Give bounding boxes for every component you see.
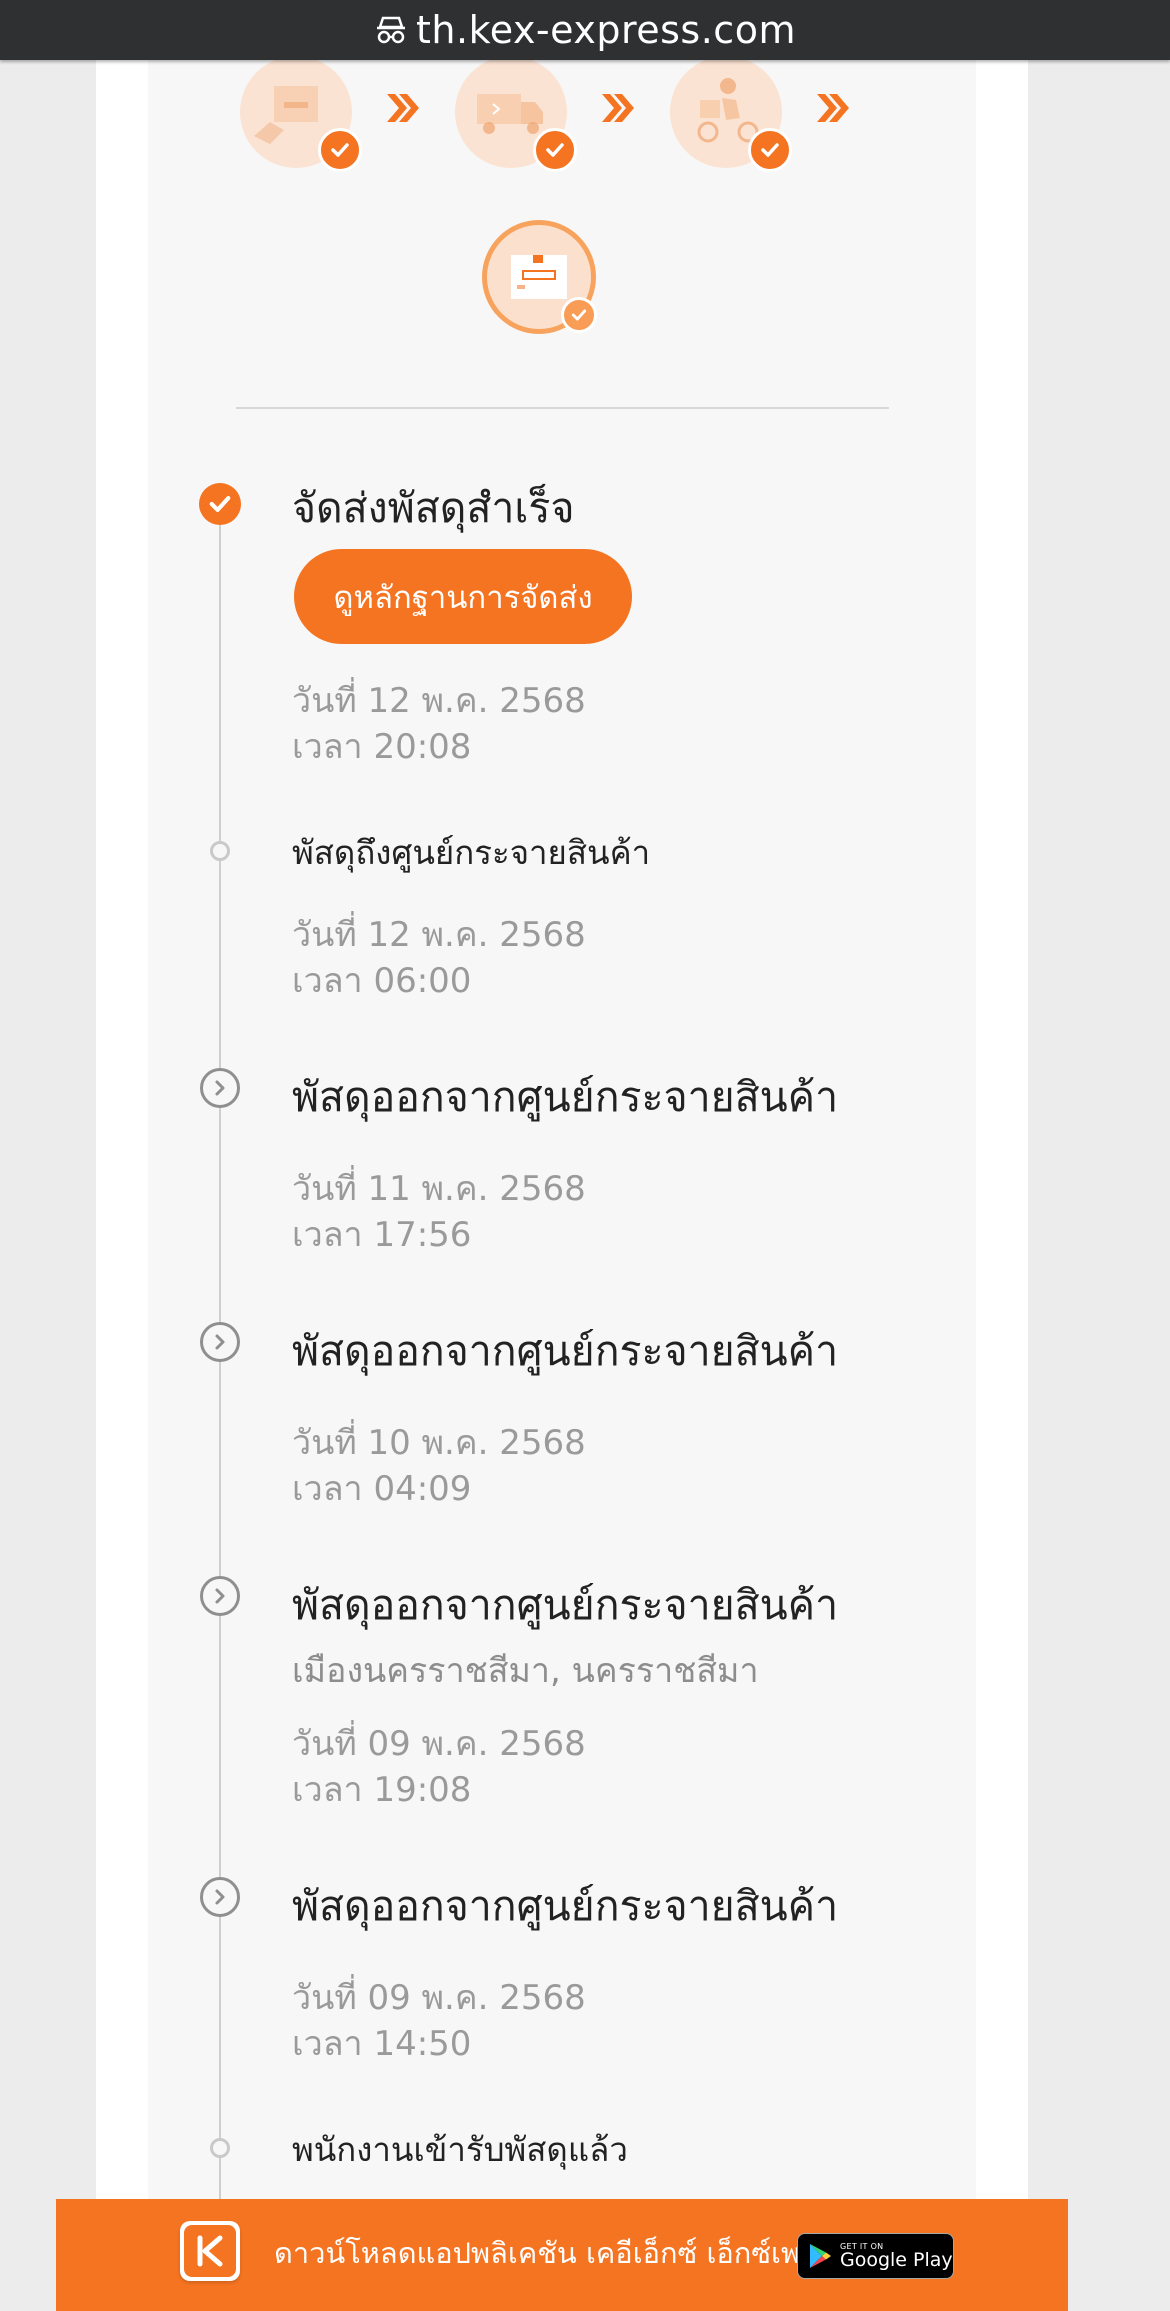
event-title: พัสดุออกจากศูนย์กระจายสินค้า [292, 1073, 839, 1121]
banner-text: ดาวน์โหลดแอปพลิเคชัน เคอีเอ็กซ์ เอ็กซ์เพ… [274, 2236, 834, 2270]
event-time: เวลา 06:00 [292, 961, 472, 1001]
event-title: พนักงานเข้ารับพัสดุแล้ว [292, 2130, 628, 2169]
check-icon [748, 128, 792, 172]
event-title: พัสดุถึงศูนย์กระจายสินค้า [292, 833, 651, 872]
event-time: เวลา 20:08 [292, 727, 472, 767]
timeline-arrow-icon [200, 1877, 240, 1917]
kex-logo [180, 2221, 240, 2281]
google-play-icon [810, 2244, 831, 2268]
step-out-for-delivery [670, 56, 792, 172]
check-icon [561, 297, 597, 333]
timeline-dot-icon [210, 841, 230, 861]
event-title: พัสดุออกจากศูนย์กระจายสินค้า [292, 1882, 839, 1930]
step-delivered [482, 220, 597, 334]
chevron-right-icon [817, 94, 849, 122]
event-title: พัสดุออกจากศูนย์กระจายสินค้า [292, 1581, 839, 1629]
divider [236, 407, 889, 409]
address-bar[interactable]: th.kex-express.com [0, 0, 1170, 60]
event-title: พัสดุออกจากศูนย์กระจายสินค้า [292, 1327, 839, 1375]
url-text: th.kex-express.com [416, 8, 796, 52]
timeline-dot-icon [210, 2138, 230, 2158]
timeline-check-icon [199, 483, 241, 525]
google-play-badge[interactable]: GET IT ON Google Play [797, 2233, 954, 2279]
step-in-transit [455, 56, 577, 172]
timeline-arrow-icon [200, 1576, 240, 1616]
event-time: เวลา 04:09 [292, 1469, 472, 1509]
event-time: เวลา 19:08 [292, 1770, 472, 1810]
event-title: จัดส่งพัสดุสำเร็จ [292, 484, 575, 532]
check-icon [533, 128, 577, 172]
kex-k-icon [197, 2235, 223, 2267]
step-parcel-received [240, 56, 362, 172]
check-icon [318, 128, 362, 172]
chevron-right-icon [602, 94, 634, 122]
timeline-arrow-icon [200, 1322, 240, 1362]
event-time: เวลา 14:50 [292, 2024, 472, 2064]
chevron-right-icon [387, 94, 419, 122]
view-proof-of-delivery-button[interactable]: ดูหลักฐานการจัดส่ง [294, 549, 632, 644]
store-name-label: Google Play [840, 2248, 953, 2271]
incognito-icon [377, 16, 406, 44]
event-time: เวลา 17:56 [292, 1215, 472, 1255]
event-location: เมืองนครราชสีมา, นครราชสีมา [292, 1651, 759, 1691]
timeline-arrow-icon [200, 1068, 240, 1108]
timeline-line [219, 505, 221, 2311]
